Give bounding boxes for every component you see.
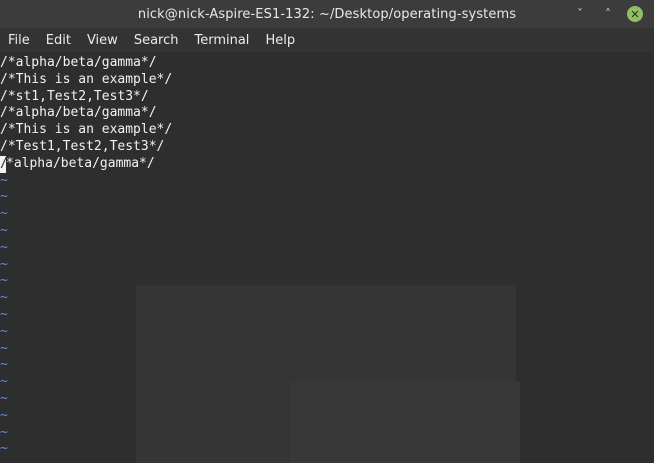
terminal-line: /*alpha/beta/gamma*/ <box>0 55 157 70</box>
empty-line-marker: ~ <box>0 290 8 306</box>
empty-line-marker: ~ <box>0 273 8 289</box>
terminal-line: /*alpha/beta/gamma*/ <box>0 105 157 121</box>
menu-terminal[interactable]: Terminal <box>194 33 249 48</box>
maximize-icon[interactable]: ˄ <box>598 4 618 24</box>
minimize-icon[interactable]: ˇ <box>570 4 590 24</box>
empty-line-marker: ~ <box>0 340 8 356</box>
menu-edit[interactable]: Edit <box>46 33 71 48</box>
menu-search[interactable]: Search <box>134 33 179 48</box>
empty-line-marker: ~ <box>0 189 8 205</box>
terminal-area[interactable]: /*alpha/beta/gamma*/ /*This is an exampl… <box>0 52 654 463</box>
empty-line-marker: ~ <box>0 374 8 390</box>
empty-lines: ~ ~ ~ ~ ~ ~ ~ ~ ~ ~ ~ ~ ~ ~ ~ ~ ~ <box>0 173 172 459</box>
terminal-line: /*st1,Test2,Test3*/ <box>0 88 149 104</box>
close-icon[interactable]: ✕ <box>627 6 643 22</box>
empty-line-marker: ~ <box>0 441 8 457</box>
menu-file[interactable]: File <box>8 33 30 48</box>
terminal-window: nick@nick-Aspire-ES1-132: ~/Desktop/oper… <box>0 0 654 463</box>
empty-line-marker: ~ <box>0 222 8 238</box>
menu-view[interactable]: View <box>87 33 118 48</box>
empty-line-marker: ~ <box>0 256 8 272</box>
menu-bar: File Edit View Search Terminal Help <box>0 28 654 52</box>
window-title: nick@nick-Aspire-ES1-132: ~/Desktop/oper… <box>137 6 517 22</box>
empty-line-marker: ~ <box>0 306 8 322</box>
terminal-text: /*alpha/beta/gamma*/ /*This is an exampl… <box>0 55 172 458</box>
cursor-line-text: *alpha/beta/gamma*/ <box>6 155 155 171</box>
empty-line-marker: ~ <box>0 323 8 339</box>
empty-line-marker: ~ <box>0 407 8 423</box>
terminal-line: /*This is an example*/ <box>0 122 173 138</box>
empty-line-marker: ~ <box>0 172 8 188</box>
empty-line-marker: ~ <box>0 357 8 373</box>
title-bar[interactable]: nick@nick-Aspire-ES1-132: ~/Desktop/oper… <box>0 0 654 28</box>
empty-line-marker: ~ <box>0 206 8 222</box>
empty-line-marker: ~ <box>0 239 8 255</box>
background-window-shape <box>136 285 516 463</box>
terminal-line: /*This is an example*/ <box>0 71 173 87</box>
background-window-shape <box>290 382 520 463</box>
menu-help[interactable]: Help <box>265 33 295 48</box>
empty-line-marker: ~ <box>0 424 8 440</box>
terminal-line: /*Test1,Test2,Test3*/ <box>0 138 165 154</box>
empty-line-marker: ~ <box>0 390 8 406</box>
terminal-cursor-line: /*alpha/beta/gamma*/ <box>0 155 172 173</box>
